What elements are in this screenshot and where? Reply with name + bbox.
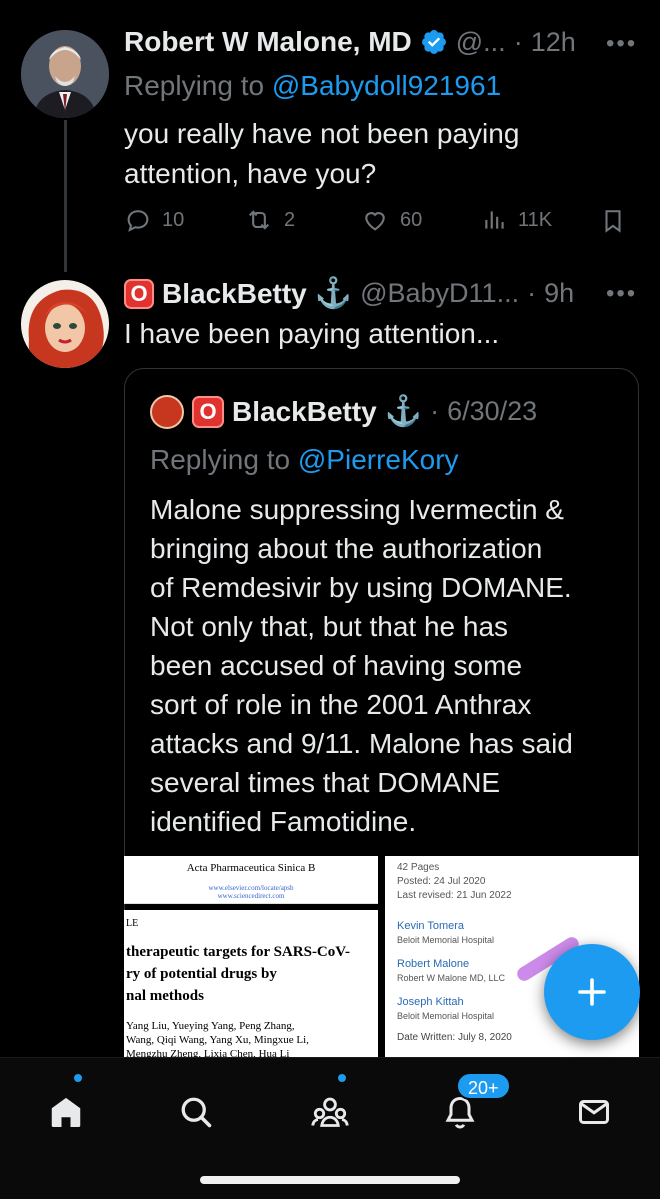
tweet2-handle[interactable]: @BabyD11... — [360, 278, 519, 309]
views-count: 11K — [518, 208, 553, 231]
messages-icon — [579, 1100, 609, 1124]
compose-icon — [578, 978, 606, 1006]
page-count: 42 Pages — [397, 862, 440, 873]
quote-text-line: bringing about the authorization — [150, 533, 543, 564]
author-affiliation: Robert W Malone MD, LLC — [397, 973, 506, 983]
quote-text-line: of Remdesivir by using DOMANE. — [150, 572, 572, 603]
paper-authors-line: Wang, Qiqi Wang, Yang Xu, Mingxue Li, — [126, 1034, 309, 1046]
communities-unread-dot — [336, 1072, 348, 1084]
tweet1-display-name[interactable]: Robert W Malone, MD — [124, 26, 412, 58]
search-icon — [181, 1097, 212, 1128]
replying-to-label: Replying to — [150, 444, 291, 475]
replying-to-handle-link[interactable]: @PierreKory — [298, 444, 459, 475]
revised-date: Last revised: 21 Jun 2022 — [397, 890, 512, 901]
tweet2-text: I have been paying attention... — [124, 318, 500, 349]
thread-connector-line — [64, 120, 67, 272]
author-affiliation: Beloit Memorial Hospital — [397, 935, 495, 945]
journal-url: www.elsevier.com/locate/apsb — [208, 884, 294, 892]
anchor-icon: ⚓ — [384, 395, 423, 428]
quote-display-name: BlackBetty — [232, 395, 377, 427]
author-affiliation: Beloit Memorial Hospital — [397, 1011, 495, 1021]
quote-text-line: identified Famotidine. — [150, 806, 417, 837]
quote-dot: · — [430, 396, 440, 426]
article-tag: LE — [126, 918, 139, 929]
stop-emoji-icon: O — [192, 395, 224, 428]
tweet2-time[interactable]: 9h — [544, 278, 574, 309]
bookmark-button[interactable] — [600, 206, 626, 236]
attached-image-paper-title[interactable]: LE therapeutic targets for SARS-CoV- ry … — [124, 910, 378, 1060]
quote-text-line: attacks and 9/11. Malone has said — [150, 728, 573, 759]
retweet-button[interactable]: 2 — [244, 206, 295, 234]
author-link: Robert Malone — [397, 958, 470, 970]
journal-url: www.sciencedirect.com — [217, 892, 285, 900]
like-icon — [365, 212, 385, 231]
paper-title-line: ry of potential drugs by — [126, 966, 277, 982]
tweet2-display-name[interactable]: BlackBetty — [162, 278, 307, 310]
communities-icon — [311, 1097, 349, 1127]
quote-text-line: Not only that, but that he has — [150, 611, 509, 642]
tweet1-text-line2: attention, have you? — [124, 158, 377, 189]
quote-date: 6/30/23 — [447, 396, 538, 426]
replying-to-handle-link[interactable]: @Babydoll921961 — [272, 70, 501, 101]
like-count: 60 — [400, 208, 423, 231]
home-indicator-bar[interactable] — [200, 1176, 460, 1184]
bookmark-icon — [605, 210, 621, 233]
avatar-blackbetty[interactable] — [21, 280, 109, 368]
author-link: Kevin Tomera — [397, 920, 465, 932]
attached-image-journal-header[interactable]: Acta Pharmaceutica Sinica B www.elsevier… — [124, 856, 378, 904]
reply-count: 10 — [162, 208, 185, 231]
posted-date: Posted: 24 Jul 2020 — [397, 876, 486, 887]
nav-communities[interactable] — [300, 1082, 360, 1142]
date-written: Date Written: July 8, 2020 — [397, 1032, 512, 1043]
notifications-badge: 20+ — [456, 1072, 511, 1100]
views-icon — [485, 211, 504, 229]
quote-replying-to: Replying to @PierreKory — [150, 444, 459, 476]
quote-header: O BlackBetty ⚓ · 6/30/23 — [150, 394, 537, 429]
tweet2-dot: · — [527, 278, 537, 308]
reply-icon — [127, 210, 149, 232]
home-icon — [51, 1097, 81, 1127]
retweet-icon — [248, 210, 270, 230]
author-link: Joseph Kittah — [397, 996, 464, 1008]
quote-text-line: several times that DOMANE — [150, 767, 501, 798]
nav-search[interactable] — [166, 1082, 226, 1142]
verified-icon — [421, 30, 446, 54]
tweet2-header: O BlackBetty ⚓ @BabyD11... · 9h — [124, 276, 574, 311]
reply-button[interactable]: 10 — [124, 206, 184, 234]
tweet1-header: Robert W Malone, MD @... · 12h — [124, 26, 576, 58]
avatar-robert-malone[interactable] — [21, 30, 109, 118]
quote-text-line: sort of role in the 2001 Anthrax — [150, 689, 532, 720]
journal-name: Acta Pharmaceutica Sinica B — [186, 862, 316, 874]
home-unread-dot — [72, 1072, 84, 1084]
views-button[interactable]: 11K — [482, 206, 552, 234]
stop-emoji-icon: O — [124, 278, 154, 309]
retweet-count: 2 — [284, 208, 296, 231]
nav-home[interactable] — [36, 1082, 96, 1142]
like-button[interactable]: 60 — [360, 206, 422, 234]
compose-button[interactable] — [544, 944, 640, 1040]
paper-authors-line: Yang Liu, Yueying Yang, Peng Zhang, — [126, 1020, 295, 1032]
quote-text-line: been accused of having some — [150, 650, 523, 681]
nav-messages[interactable] — [564, 1082, 624, 1142]
paper-title-line: nal methods — [126, 988, 204, 1004]
more-icon[interactable]: ••• — [606, 30, 637, 58]
paper-title-line: therapeutic targets for SARS-CoV- — [126, 944, 350, 960]
tweet1-replying-to: Replying to @Babydoll921961 — [124, 70, 501, 102]
tweet1-dot: · — [513, 26, 523, 57]
more-icon[interactable]: ••• — [606, 280, 637, 308]
anchor-icon: ⚓ — [314, 277, 353, 310]
replying-to-label: Replying to — [124, 70, 265, 101]
tweet1-time[interactable]: 12h — [531, 27, 576, 58]
quote-avatar — [150, 394, 184, 429]
tweet1-handle[interactable]: @... — [456, 27, 506, 58]
tweet1-text-line1: you really have not been paying — [124, 118, 520, 149]
quote-text-line: Malone suppressing Ivermectin & — [150, 494, 564, 525]
